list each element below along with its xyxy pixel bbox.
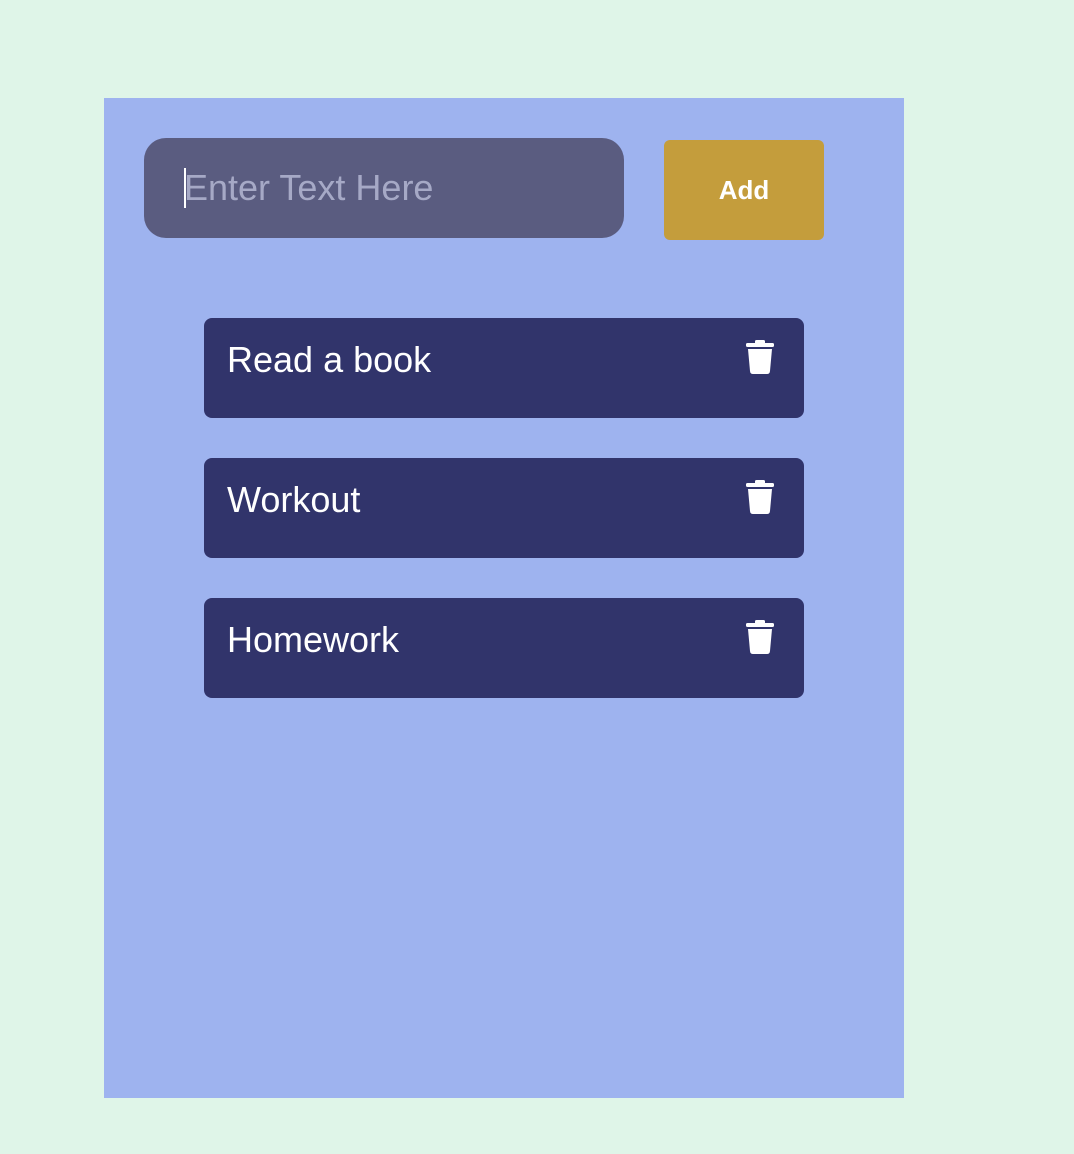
todo-list: Read a book Workout Homework [204, 318, 804, 738]
add-button[interactable]: Add [664, 140, 824, 240]
todo-item: Workout [204, 458, 804, 558]
todo-item: Homework [204, 598, 804, 698]
text-caret [184, 168, 186, 208]
trash-icon[interactable] [744, 340, 776, 374]
task-input[interactable] [144, 138, 624, 238]
todo-label: Workout [227, 479, 361, 520]
trash-icon[interactable] [744, 620, 776, 654]
trash-icon[interactable] [744, 480, 776, 514]
todo-label: Homework [227, 619, 400, 660]
todo-label: Read a book [227, 339, 432, 380]
task-input-wrapper [144, 138, 624, 238]
todo-panel: Add Read a book Workout Homework [104, 98, 904, 1098]
todo-item: Read a book [204, 318, 804, 418]
